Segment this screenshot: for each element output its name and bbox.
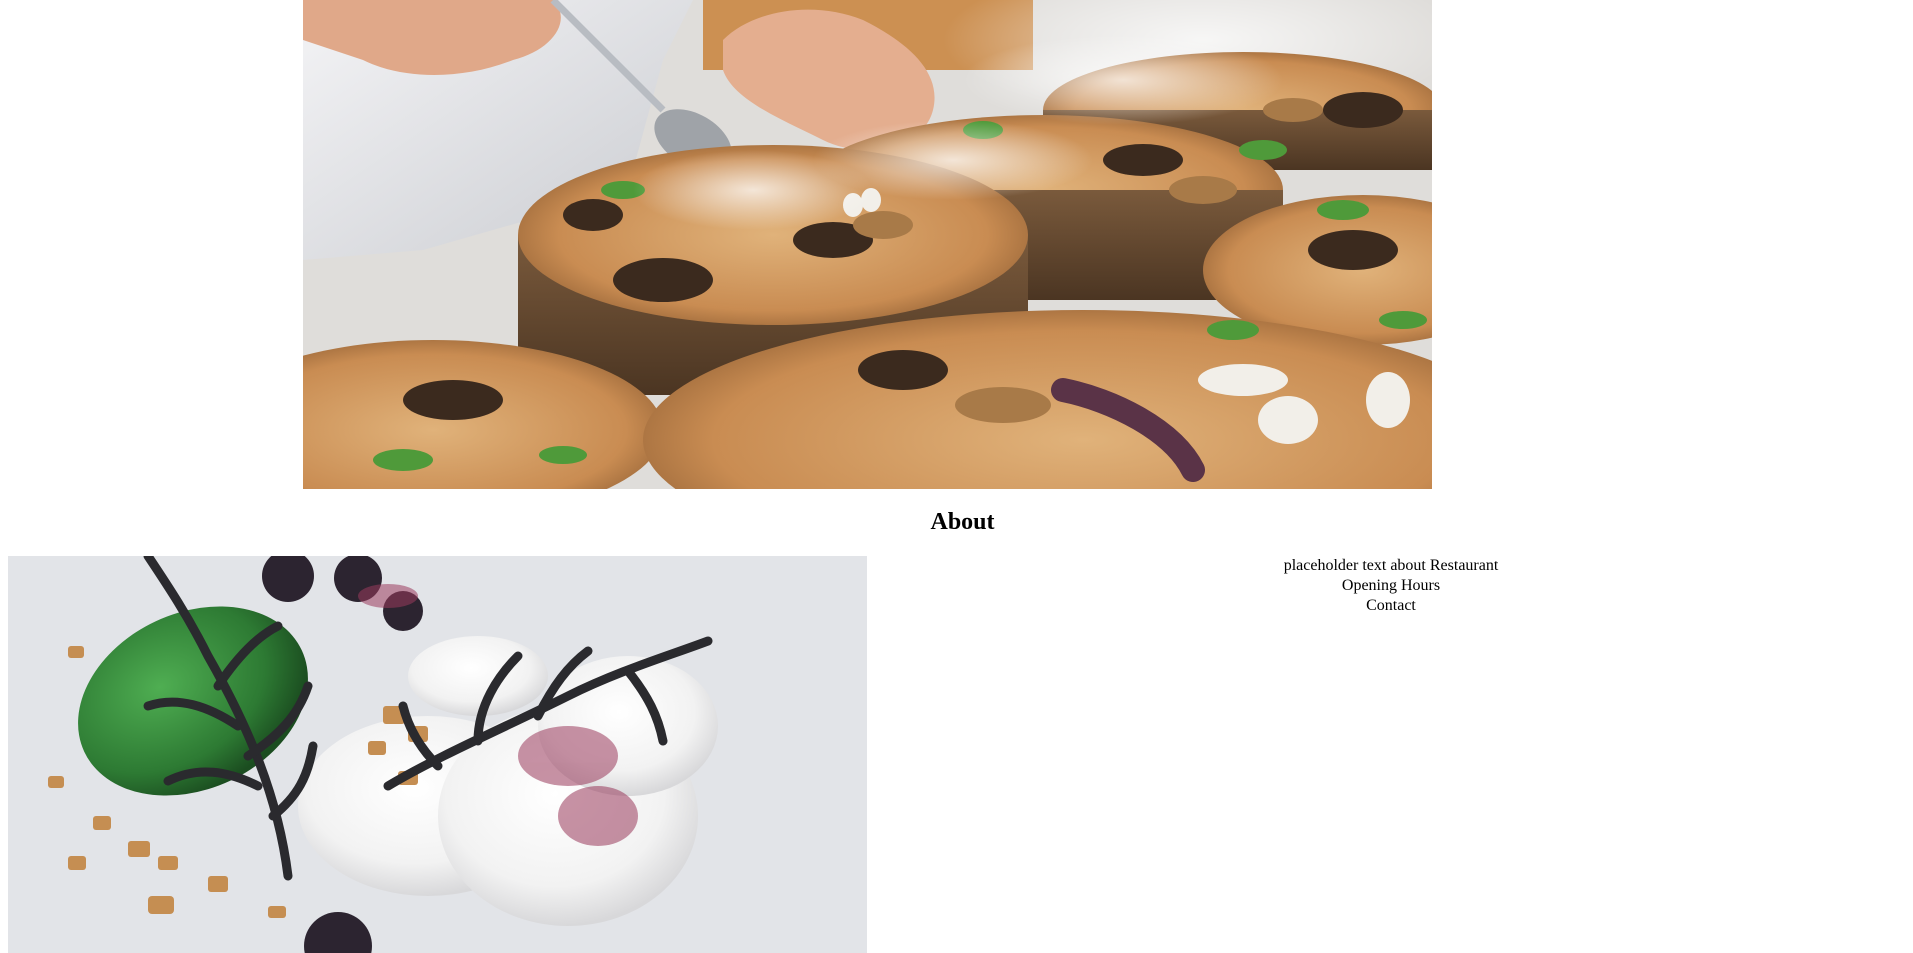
- contact-link[interactable]: Contact: [867, 596, 1913, 616]
- dessert-plate-image: [8, 556, 867, 953]
- page: About placeholder text about Restaurant …: [0, 0, 1913, 953]
- hero-food-plating-image: [303, 0, 1432, 489]
- about-placeholder-text: placeholder text about Restaurant: [1283, 557, 1499, 574]
- opening-hours-link[interactable]: Opening Hours: [867, 576, 1913, 596]
- about-heading: About: [930, 509, 995, 535]
- about-info-column: placeholder text about Restaurant Openin…: [867, 556, 1913, 616]
